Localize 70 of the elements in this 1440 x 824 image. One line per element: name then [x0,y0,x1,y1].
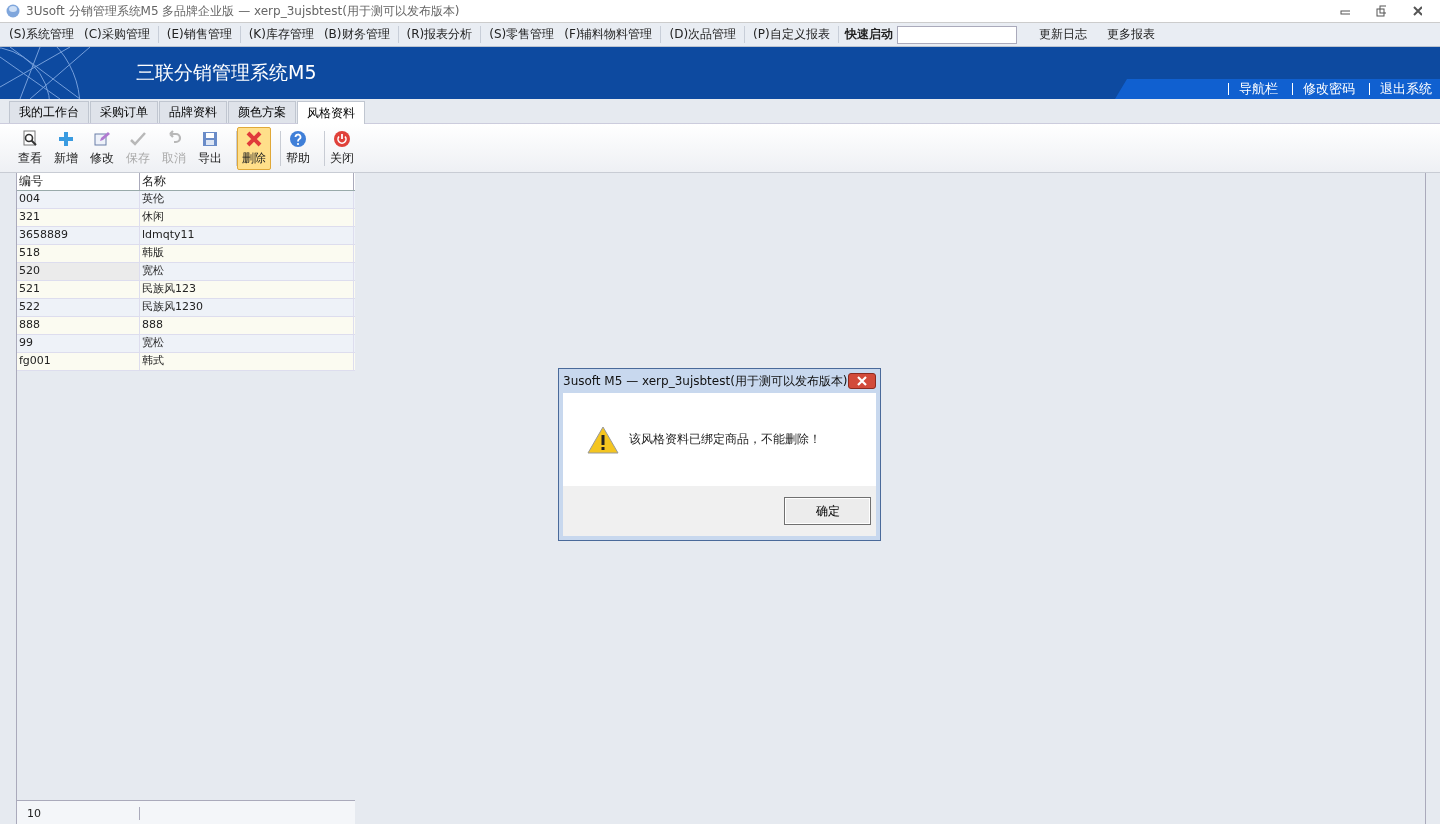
toolbar-button[interactable]: 帮助 [281,126,315,170]
menu-item[interactable]: (R)报表分析 [397,26,478,43]
table-cell: 民族风123 [140,281,354,298]
dialog-close-button[interactable] [847,373,876,389]
table-cell: 宽松 [140,263,354,280]
dialog-title: 3usoft M5 — xerp_3ujsbtest(用于测可以发布版本) [563,372,848,390]
tab[interactable]: 颜色方案 [228,101,296,123]
warning-icon [587,425,619,454]
record-count: 10 [17,807,140,820]
close-icon [856,376,867,386]
banner-link[interactable]: 退出系统 [1369,83,1440,95]
table-cell: 休闲 [140,209,354,226]
toolbar-button[interactable]: 新增 [49,126,83,170]
quick-launch-field[interactable] [896,25,1017,44]
banner-link[interactable]: 导航栏 [1228,83,1286,95]
menu-item[interactable]: (D)次品管理 [660,26,742,43]
toolbar-button[interactable]: 导出 [193,126,227,170]
help-icon [289,129,307,148]
table-cell: 522 [17,299,140,316]
table-cell: 888 [17,317,140,334]
tab[interactable]: 采购订单 [90,101,158,123]
menu-link[interactable]: 更新日志 [1028,26,1097,43]
toolbar-button[interactable]: 修改 [85,126,119,170]
table-cell: 888 [140,317,354,334]
menu-item[interactable]: (E)销售管理 [157,26,237,43]
menu-item[interactable]: (F)辅料物料管理 [559,26,658,43]
table-cell: 3658889 [17,227,140,244]
table-cell: 英伦 [140,191,354,208]
table-cell: 004 [17,191,140,208]
tab[interactable]: 品牌资料 [159,101,227,123]
menu-item[interactable]: (S)零售管理 [480,26,560,43]
window-title: 3Usoft 分销管理系统M5 多品牌企业版 — xerp_3ujsbtest(用于测可以发布版本) [26,2,461,20]
restore-icon [1376,5,1386,17]
menu-item[interactable]: (C)采购管理 [79,26,155,43]
table-cell: 宽松 [140,335,354,352]
tab[interactable]: 我的工作台 [9,101,89,123]
toolbar-button[interactable]: 删除 [237,126,271,170]
banner-link[interactable]: 修改密码 [1292,83,1363,95]
table-cell: 韩式 [140,353,354,370]
menu-item[interactable]: (K)库存管理 [239,26,319,43]
menu-item[interactable]: (B)财务管理 [318,26,395,43]
magnifier-icon [21,129,39,148]
delete-cross-icon [245,129,263,148]
tab[interactable]: 风格资料 [297,101,365,124]
table-cell: 99 [17,335,140,352]
menu-item[interactable]: (P)自定义报表 [744,26,835,43]
table-cell: 518 [17,245,140,262]
table-cell: fg001 [17,353,140,370]
table-cell: 321 [17,209,140,226]
table-cell: 韩版 [140,245,354,262]
quick-launch-label: 快速启动 [837,26,893,43]
column-header[interactable]: 编号 [17,173,140,190]
minimize-icon [1340,7,1350,15]
table-cell: ldmqty11 [140,227,354,244]
dialog-message: 该风格资料已绑定商品，不能删除！ [629,431,821,448]
toolbar-button[interactable]: 关闭 [325,126,359,170]
table-cell: 521 [17,281,140,298]
menu-link[interactable]: 更多报表 [1096,26,1165,43]
table-cell: 民族风1230 [140,299,354,316]
menu-item[interactable]: (S)系统管理 [4,26,79,43]
ok-button[interactable]: 确定 [784,497,871,525]
globe-icon [6,4,20,18]
banner-title: 三联分销管理系统M5 [136,60,317,85]
toolbar-button[interactable]: 查看 [13,126,47,170]
plus-icon [57,129,75,148]
column-header[interactable]: 名称 [140,173,354,190]
power-icon [333,129,351,148]
table-cell: 520 [17,263,140,280]
close-icon [1412,5,1422,17]
edit-icon [93,129,111,148]
